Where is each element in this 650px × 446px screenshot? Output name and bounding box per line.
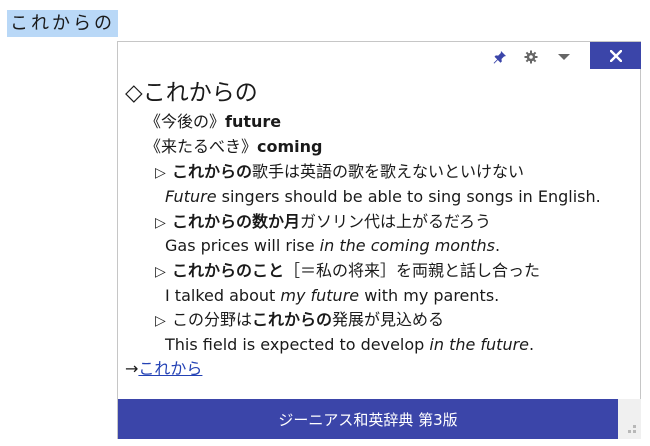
pin-button[interactable] <box>488 42 512 72</box>
example-en: I talked about my future with my parents… <box>165 286 499 306</box>
example-ja: ▷ これからの歌手は英語の歌を歌えないといけない <box>155 162 524 183</box>
example-en-text: Gas prices will rise <box>165 236 320 255</box>
sense-tag: 《来たるべき》 <box>145 137 258 156</box>
example-ja-text: ［＝私の将来］を両親と話し合った <box>284 261 541 280</box>
example-en-emphasis: in the coming months <box>319 236 495 255</box>
dictionary-popup: ◇これからの 《今後の》future 《来たるべき》coming ▷ これからの歌… <box>117 41 641 439</box>
example-keyword: これからの数か月 <box>172 212 301 231</box>
example-en-emphasis: my future <box>280 286 360 305</box>
selected-text[interactable]: これからの <box>7 10 118 37</box>
example-keyword: これからの <box>252 310 333 329</box>
popup-toolbar <box>118 42 641 72</box>
sense-english: future <box>225 112 282 131</box>
gear-icon <box>524 50 538 64</box>
example-en-emphasis: Future <box>165 187 217 206</box>
cross-reference: →これから <box>125 359 202 379</box>
triangle-icon: ▷ <box>155 313 166 329</box>
cross-reference-link[interactable]: これから <box>138 359 202 378</box>
close-icon <box>609 49 622 62</box>
sense-1: 《今後の》future <box>145 112 281 132</box>
arrow-icon: → <box>125 359 139 378</box>
example-en-emphasis: in the future <box>429 335 530 354</box>
triangle-icon: ▷ <box>155 215 166 231</box>
sense-english: coming <box>257 137 323 156</box>
example-en-text: with my parents. <box>359 286 500 305</box>
close-button[interactable] <box>590 42 641 69</box>
example-ja: ▷ これからの数か月ガソリン代は上がるだろう <box>155 212 491 233</box>
example-en: Future singers should be able to sing so… <box>165 187 601 207</box>
example-ja: ▷ これからのこと［＝私の将来］を両親と話し合った <box>155 261 540 282</box>
example-en-text: . <box>529 335 535 354</box>
example-ja: ▷ この分野はこれからの発展が見込める <box>155 310 444 331</box>
example-en: Gas prices will rise in the coming month… <box>165 236 500 256</box>
sense-tag: 《今後の》 <box>145 112 226 131</box>
chevron-down-icon <box>558 54 570 60</box>
resize-grip[interactable] <box>618 399 641 439</box>
example-en-text: . <box>494 236 501 255</box>
dictionary-footer[interactable]: ジーニアス和英辞典 第3版 <box>118 399 618 439</box>
sense-2: 《来たるべき》coming <box>145 137 323 157</box>
headword: ◇これからの <box>125 80 258 106</box>
triangle-icon: ▷ <box>155 264 166 280</box>
menu-button[interactable] <box>551 42 577 72</box>
pin-icon <box>493 51 506 64</box>
example-en-text: singers should be able to sing songs in … <box>216 187 601 206</box>
example-ja-text: ガソリン代は上がるだろう <box>300 212 492 231</box>
example-en-text: This field is expected to develop <box>165 335 430 354</box>
example-en: This field is expected to develop in the… <box>165 335 534 355</box>
dictionary-name: ジーニアス和英辞典 第3版 <box>278 410 458 429</box>
example-en-text: I talked about <box>165 286 281 305</box>
example-ja-text: 発展が見込める <box>332 310 445 329</box>
settings-button[interactable] <box>519 42 543 72</box>
example-ja-text: 歌手は英語の歌を歌えないといけない <box>252 162 525 181</box>
example-ja-text: この分野は <box>172 310 253 329</box>
example-keyword: これからのこと <box>172 261 285 280</box>
triangle-icon: ▷ <box>155 165 166 181</box>
example-keyword: これからの <box>172 162 253 181</box>
